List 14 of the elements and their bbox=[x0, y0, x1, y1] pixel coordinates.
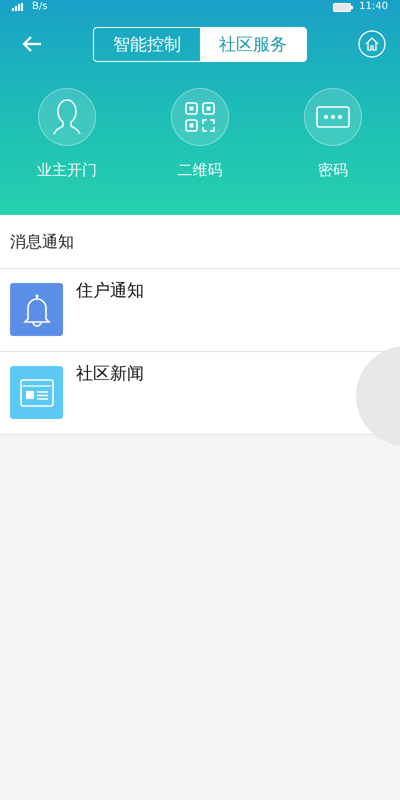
action-label[interactable]: 业主开门 bbox=[37, 161, 97, 180]
tab[interactable]: 智能控制 bbox=[94, 28, 200, 60]
message-title: 社区新闻 bbox=[76, 363, 144, 385]
tab[interactable]: 社区服务 bbox=[200, 28, 306, 60]
action-label[interactable]: 密码 bbox=[318, 161, 348, 180]
battery-icon bbox=[333, 2, 354, 12]
back-arrow-icon[interactable] bbox=[22, 35, 42, 53]
status-time: 11:40 bbox=[359, 1, 388, 13]
network-speed: B/s bbox=[32, 1, 48, 13]
home-icon[interactable] bbox=[358, 30, 386, 58]
section-title: 消息通知 bbox=[0, 215, 400, 269]
message-title: 住户通知 bbox=[76, 280, 144, 302]
signal-icon bbox=[12, 3, 26, 11]
action-label[interactable]: 二维码 bbox=[178, 161, 222, 180]
